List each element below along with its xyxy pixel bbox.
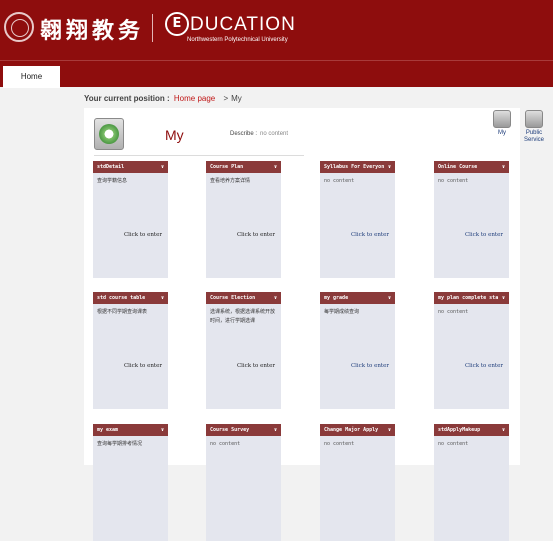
module-card-description: no content <box>438 178 469 184</box>
module-card-header: my plan complete status ∨ <box>434 292 509 304</box>
module-card-header: stdApplyMakeup ∨ <box>434 424 509 436</box>
module-card-title: my plan complete status <box>438 295 498 301</box>
module-card-header: Course Election ∨ <box>206 292 281 304</box>
header-bar: 翱翔教务 E DUCATION Northwestern Polytechnic… <box>0 0 553 60</box>
logo-divider <box>152 14 153 42</box>
chevron-down-icon[interactable]: ∨ <box>388 161 391 173</box>
module-card[interactable]: Course Plan ∨ 查看培养方案详情 Click to enter <box>206 161 281 278</box>
breadcrumb-current: My <box>231 94 242 103</box>
module-card[interactable]: my exam ∨ 查询每学期排考情况 <box>93 424 168 541</box>
module-card-description: no content <box>438 309 469 315</box>
module-card[interactable]: stdDetail ∨ 查询学籍信息 Click to enter <box>93 161 168 278</box>
module-card-title: Course Plan <box>210 164 244 170</box>
module-card-header: Change Major Apply ∨ <box>320 424 395 436</box>
side-nav-label: My <box>498 130 506 136</box>
my-page-icon <box>94 118 124 150</box>
module-card-title: stdDetail <box>97 164 125 170</box>
page-description: Describe : no content <box>230 131 288 137</box>
module-card-title: my exam <box>97 427 119 433</box>
module-card[interactable]: Change Major Apply ∨ no content <box>320 424 395 541</box>
module-card[interactable]: Course Election ∨ 选课系统，根据选课系统开放时间，进行学期选课 Cl… <box>206 292 281 409</box>
module-card-title: std course table <box>97 295 146 301</box>
module-card[interactable]: Online Course ∨ no content Click to enter <box>434 161 509 278</box>
describe-value: no content <box>260 131 289 137</box>
module-card-title: stdApplyMakeup <box>438 427 481 433</box>
module-card-header: Course Survey ∨ <box>206 424 281 436</box>
breadcrumb-home-link[interactable]: Home page <box>174 94 215 103</box>
chevron-down-icon[interactable]: ∨ <box>388 292 391 304</box>
module-card-title: Online Course <box>438 164 478 170</box>
module-card-header: std course table ∨ <box>93 292 168 304</box>
module-card-description: 查询每学期排考情况 <box>97 441 143 447</box>
module-card-enter-link[interactable]: Click to enter <box>465 363 503 369</box>
module-card-title: Change Major Apply <box>324 427 379 433</box>
university-seal-icon <box>4 12 34 42</box>
describe-label: Describe : <box>230 131 258 137</box>
module-card[interactable]: stdApplyMakeup ∨ no content <box>434 424 509 541</box>
module-card[interactable]: my grade ∨ 每学期成绩查询 Click to enter <box>320 292 395 409</box>
top-nav: Home <box>0 60 553 88</box>
module-card-description: 每学期成绩查询 <box>324 309 360 315</box>
module-card-header: my exam ∨ <box>93 424 168 436</box>
module-card-title: Course Survey <box>210 427 250 433</box>
module-card-enter-link[interactable]: Click to enter <box>351 363 389 369</box>
module-card-description: no content <box>324 441 355 447</box>
side-nav-my[interactable]: My <box>488 110 516 137</box>
chevron-down-icon[interactable]: ∨ <box>274 292 277 304</box>
system-logo[interactable]: 翱翔教务 <box>40 13 144 45</box>
chevron-down-icon[interactable]: ∨ <box>161 292 164 304</box>
side-nav-public-service[interactable]: Public Service <box>520 110 548 144</box>
module-card-description: 查看培养方案详情 <box>210 178 251 184</box>
chevron-down-icon[interactable]: ∨ <box>388 424 391 436</box>
public-service-icon <box>525 110 543 128</box>
breadcrumb-label: Your current position : <box>84 94 170 103</box>
my-icon <box>493 110 511 128</box>
module-card-description: 选课系统，根据选课系统开放时间，进行学期选课 <box>210 309 276 324</box>
module-card-enter-link[interactable]: Click to enter <box>351 232 389 238</box>
breadcrumb-separator: > <box>223 94 229 103</box>
module-card-enter-link[interactable]: Click to enter <box>465 232 503 238</box>
chevron-down-icon[interactable]: ∨ <box>502 424 505 436</box>
module-card-description: no content <box>210 441 241 447</box>
chevron-down-icon[interactable]: ∨ <box>161 161 164 173</box>
module-card-header: Syllabus For Everyone ∨ <box>320 161 395 173</box>
module-card-enter-link[interactable]: Click to enter <box>237 232 275 238</box>
module-card-title: Syllabus For Everyone <box>324 164 384 170</box>
module-card-title: Course Election <box>210 295 256 301</box>
module-card-header: stdDetail ∨ <box>93 161 168 173</box>
module-card[interactable]: std course table ∨ 根据不同学期查询课表 Click to ente… <box>93 292 168 409</box>
side-nav-label: Public Service <box>523 130 544 143</box>
university-name: Northwestern Polytechnical University <box>187 37 288 43</box>
page-title: My <box>165 127 184 143</box>
tab-home[interactable]: Home <box>3 66 60 88</box>
chevron-down-icon[interactable]: ∨ <box>274 424 277 436</box>
title-divider <box>94 155 304 156</box>
module-card[interactable]: Syllabus For Everyone ∨ no content Click to… <box>320 161 395 278</box>
module-card[interactable]: Course Survey ∨ no content <box>206 424 281 541</box>
chevron-down-icon[interactable]: ∨ <box>502 292 505 304</box>
module-card-enter-link[interactable]: Click to enter <box>124 363 162 369</box>
chevron-down-icon[interactable]: ∨ <box>274 161 277 173</box>
module-card-enter-link[interactable]: Click to enter <box>237 363 275 369</box>
chevron-down-icon[interactable]: ∨ <box>502 161 505 173</box>
breadcrumb: Your current position : Home page > My <box>84 94 242 103</box>
module-card-title: my grade <box>324 295 349 301</box>
education-e-icon: E <box>165 12 189 36</box>
education-wordmark: DUCATION <box>190 14 296 35</box>
module-card-enter-link[interactable]: Click to enter <box>124 232 162 238</box>
module-card-description: no content <box>324 178 355 184</box>
chevron-down-icon[interactable]: ∨ <box>161 424 164 436</box>
module-card-description: 根据不同学期查询课表 <box>97 309 148 315</box>
module-card-header: my grade ∨ <box>320 292 395 304</box>
module-card-description: no content <box>438 441 469 447</box>
module-card-header: Online Course ∨ <box>434 161 509 173</box>
module-card-description: 查询学籍信息 <box>97 178 128 184</box>
module-card-header: Course Plan ∨ <box>206 161 281 173</box>
module-card[interactable]: my plan complete status ∨ no content Click … <box>434 292 509 409</box>
